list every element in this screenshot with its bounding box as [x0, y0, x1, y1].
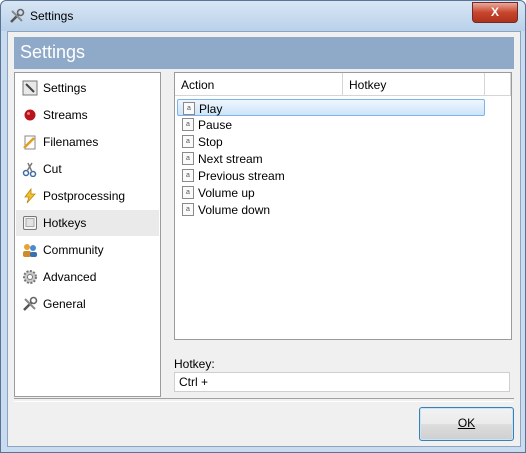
- list-item[interactable]: a Next stream: [177, 150, 485, 167]
- list-item-action: Next stream: [198, 152, 263, 166]
- footer-divider: [14, 398, 514, 402]
- dialog-body: Settings Settings Streams Filenames Cut …: [7, 31, 521, 447]
- record-icon: [24, 109, 36, 121]
- tools-icon: [10, 8, 25, 23]
- keyboard-key-icon: a: [182, 118, 194, 131]
- lightning-icon: [24, 188, 36, 204]
- sidebar-item-label: Hotkeys: [43, 216, 87, 230]
- sidebar-item-label: Settings: [43, 81, 87, 95]
- sidebar-item-postprocessing[interactable]: Postprocessing: [16, 183, 159, 209]
- column-header-hotkey[interactable]: Hotkey: [343, 73, 485, 96]
- sidebar-item-hotkeys[interactable]: Hotkeys: [16, 210, 159, 236]
- sidebar-item-label: Cut: [43, 162, 62, 176]
- keyboard-key-icon: a: [182, 135, 194, 148]
- sidebar-item-general[interactable]: General: [16, 291, 159, 317]
- ok-button-label: OK: [457, 416, 476, 430]
- filenames-icon: [23, 135, 36, 150]
- list-item[interactable]: a Volume up: [177, 184, 485, 201]
- list-item-action: Previous stream: [198, 169, 285, 183]
- keyboard-key-icon: a: [182, 152, 194, 165]
- list-item-action: Pause: [198, 118, 233, 132]
- column-header-filler: [485, 73, 511, 96]
- title-bar[interactable]: Settings X: [1, 1, 525, 31]
- ok-button[interactable]: OK: [419, 407, 514, 441]
- gear-icon: [23, 270, 37, 284]
- window-title: Settings: [30, 9, 74, 23]
- settings-icon: [22, 80, 38, 96]
- keyboard-key-icon: a: [182, 169, 194, 182]
- list-item[interactable]: a Play: [177, 99, 485, 116]
- list-item-action: Stop: [198, 135, 223, 149]
- sidebar-item-filenames[interactable]: Filenames: [16, 129, 159, 155]
- list-item-action: Play: [199, 102, 223, 116]
- list-item[interactable]: a Stop: [177, 133, 485, 150]
- close-button[interactable]: X: [472, 2, 518, 23]
- sidebar-item-label: Advanced: [43, 270, 97, 284]
- hotkey-list[interactable]: Action Hotkey a Play a Pause a Stop a Ne…: [174, 72, 512, 340]
- list-item[interactable]: a Previous stream: [177, 167, 485, 184]
- list-item-action: Volume down: [198, 203, 271, 217]
- sidebar-item-label: Community: [43, 243, 104, 257]
- list-item[interactable]: a Volume down: [177, 201, 485, 218]
- sidebar-item-streams[interactable]: Streams: [16, 102, 159, 128]
- sidebar-item-label: Filenames: [43, 135, 99, 149]
- list-item-action: Volume up: [198, 186, 255, 200]
- page-title: Settings: [20, 42, 86, 62]
- keyboard-key-icon: a: [183, 102, 195, 115]
- sidebar-item-label: General: [43, 297, 86, 311]
- keyboard-key-icon: a: [182, 203, 194, 216]
- column-header-action[interactable]: Action: [175, 73, 343, 96]
- sidebar-item-label: Postprocessing: [43, 189, 126, 203]
- keyboard-key-icon: a: [182, 186, 194, 199]
- sidebar: Settings Streams Filenames Cut Postproce…: [14, 72, 161, 397]
- sidebar-item-community[interactable]: Community: [16, 237, 159, 263]
- scissors-icon: [22, 162, 37, 177]
- sidebar-item-settings[interactable]: Settings: [16, 75, 159, 101]
- sidebar-item-cut[interactable]: Cut: [16, 156, 159, 182]
- page-header: Settings: [14, 37, 514, 69]
- list-item[interactable]: a Pause: [177, 116, 485, 133]
- settings-window: Settings X Settings Settings Streams Fil…: [0, 0, 526, 453]
- sidebar-item-advanced[interactable]: Advanced: [16, 264, 159, 290]
- keyboard-key-icon: [23, 216, 37, 230]
- hotkey-input[interactable]: [174, 372, 510, 392]
- sidebar-item-label: Streams: [43, 108, 88, 122]
- tools-icon: [23, 296, 38, 311]
- community-icon: [23, 244, 37, 257]
- hotkey-field-label: Hotkey:: [174, 357, 215, 371]
